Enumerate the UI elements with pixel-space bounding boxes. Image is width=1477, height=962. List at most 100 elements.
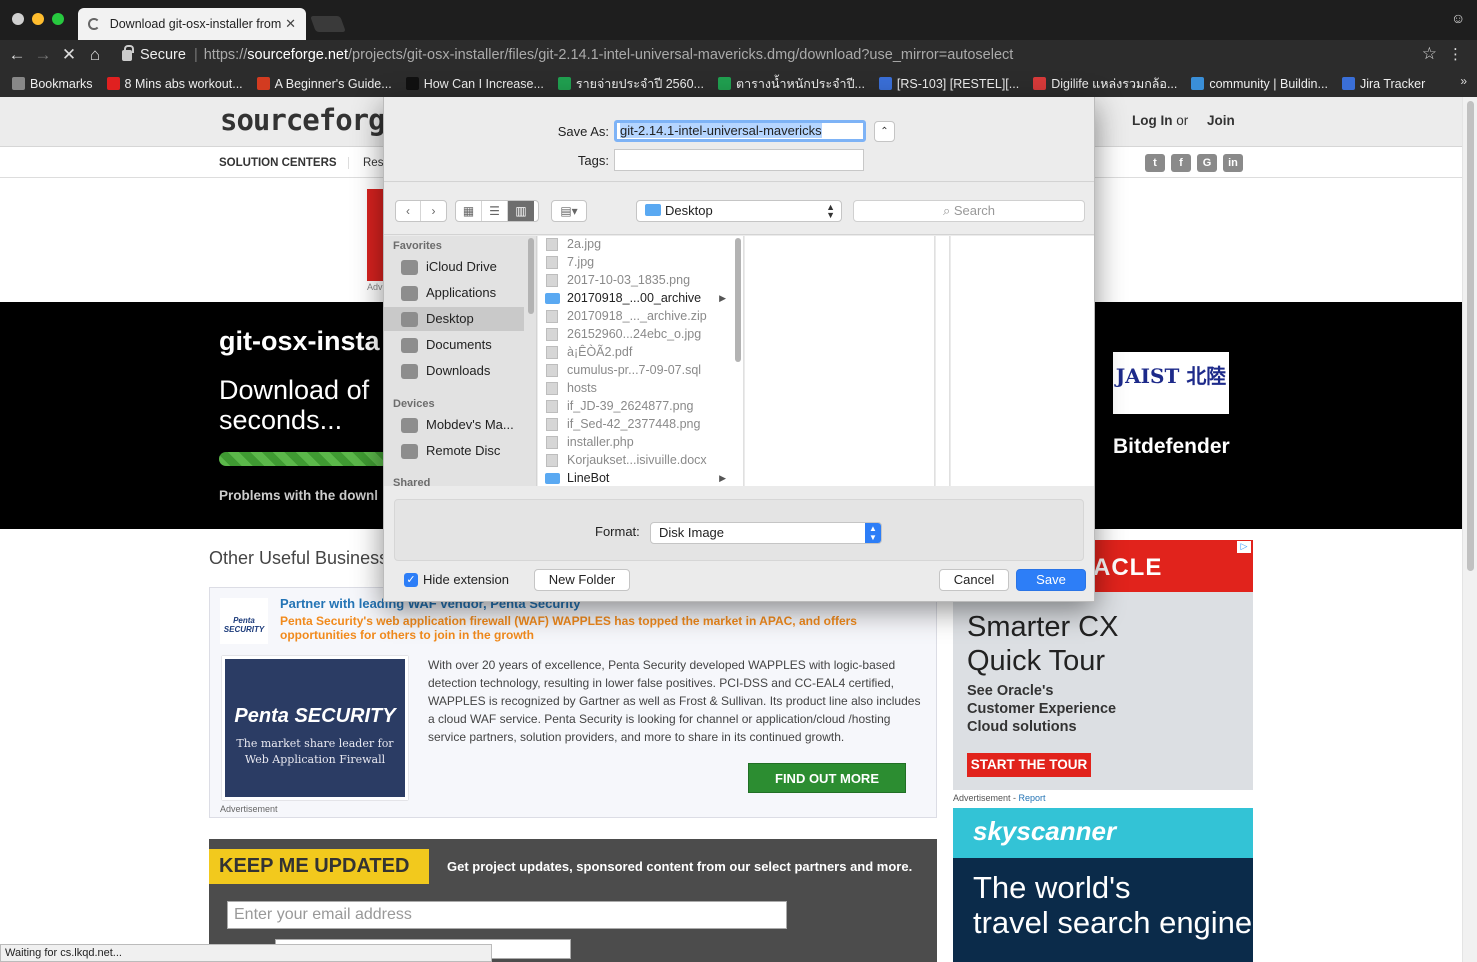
hide-extension-option[interactable]: ✓ Hide extension bbox=[404, 572, 509, 587]
join-link[interactable]: Join bbox=[1207, 113, 1235, 128]
profile-icon[interactable]: ☺ bbox=[1451, 10, 1467, 26]
file-item[interactable]: 2a.jpg bbox=[538, 236, 728, 253]
tab-close-icon[interactable]: ✕ bbox=[285, 16, 296, 32]
back-forward-control: ‹ › bbox=[395, 200, 447, 222]
document-icon bbox=[546, 256, 558, 269]
file-item[interactable]: if_JD-39_2624877.png bbox=[538, 397, 728, 415]
find-out-more-button[interactable]: FIND OUT MORE bbox=[748, 763, 906, 793]
bitdefender-logo[interactable]: Bitdefender bbox=[1113, 435, 1230, 459]
facebook-icon[interactable]: f bbox=[1171, 154, 1191, 172]
download-problems-link[interactable]: Problems with the downl bbox=[219, 488, 378, 503]
document-icon bbox=[546, 310, 558, 323]
search-input[interactable]: ⌕ Search bbox=[853, 200, 1085, 222]
bookmark-item[interactable]: Jira Tracker bbox=[1341, 77, 1425, 91]
format-select[interactable]: Disk Image ▲ ▼ bbox=[650, 522, 882, 544]
twitter-icon[interactable]: t bbox=[1145, 154, 1165, 172]
bookmarks-overflow-icon[interactable]: » bbox=[1460, 74, 1467, 88]
browser-tab[interactable]: Download git-osx-installer from ✕ bbox=[78, 8, 306, 40]
tags-field[interactable] bbox=[614, 149, 864, 171]
forward-arrow-icon[interactable]: → bbox=[30, 45, 56, 65]
sidebar-item-label: Mobdev's Ma... bbox=[426, 417, 514, 432]
sidebar-item-remote-disc[interactable]: Remote Disc bbox=[384, 439, 524, 463]
nav-solution-centers[interactable]: SOLUTION CENTERS bbox=[219, 157, 337, 169]
email-field[interactable]: Enter your email address bbox=[227, 901, 787, 929]
skyscanner-ad[interactable]: skyscanner The world's travel search eng… bbox=[953, 808, 1253, 962]
cancel-button[interactable]: Cancel bbox=[939, 569, 1009, 591]
new-folder-button[interactable]: New Folder bbox=[534, 569, 630, 591]
ad-label: Adv bbox=[367, 282, 383, 292]
bookmark-label: ตารางน้ำหนักประจำปี... bbox=[735, 76, 865, 91]
bookmark-item[interactable]: How Can I Increase... bbox=[405, 77, 544, 91]
bookmark-item[interactable]: รายจ่ายประจำปี 2560... bbox=[557, 74, 704, 94]
sidebar-item-mobdev-s-ma[interactable]: Mobdev's Ma... bbox=[384, 413, 524, 437]
start-tour-button[interactable]: START THE TOUR bbox=[967, 753, 1091, 777]
bookmark-item[interactable]: [RS-103] [RESTEL][... bbox=[878, 77, 1019, 91]
window-maximize-button[interactable] bbox=[52, 13, 64, 25]
hide-extension-checkbox[interactable]: ✓ bbox=[404, 572, 418, 587]
bookmark-item[interactable]: Bookmarks bbox=[12, 77, 93, 91]
address-bar[interactable]: Secure | https://sourceforge.net/project… bbox=[122, 43, 1442, 67]
collapse-dialog-button[interactable]: ⌃ bbox=[874, 121, 895, 142]
adchoices-icon[interactable]: ▷ bbox=[1237, 541, 1251, 553]
menu-kebab-icon[interactable]: ⋮ bbox=[1448, 45, 1463, 63]
file-item[interactable]: cumulus-pr...7-09-07.sql bbox=[538, 361, 728, 379]
file-item[interactable]: hosts bbox=[538, 379, 728, 397]
disclosure-arrow-icon: ▶ bbox=[719, 473, 726, 483]
home-icon[interactable]: ⌂ bbox=[82, 45, 108, 65]
linkedin-icon[interactable]: in bbox=[1223, 154, 1243, 172]
page-scroll-thumb[interactable] bbox=[1467, 101, 1474, 571]
sidebar-item-desktop[interactable]: Desktop bbox=[384, 307, 524, 331]
file-item[interactable]: Korjaukset...isivuille.docx bbox=[538, 451, 728, 469]
login-link[interactable]: Log In bbox=[1132, 113, 1173, 128]
sidebar-scrollbar[interactable] bbox=[527, 236, 534, 486]
sidebar-item-documents[interactable]: Documents bbox=[384, 333, 524, 357]
back-arrow-icon[interactable]: ← bbox=[4, 45, 30, 65]
sidebar-item-icloud-drive[interactable]: iCloud Drive bbox=[384, 255, 524, 279]
column-resize-handle[interactable] bbox=[936, 236, 950, 486]
icon-view-icon[interactable]: ▦ bbox=[456, 201, 482, 221]
file-item[interactable]: à¡ÊÒÃ2.pdf bbox=[538, 343, 728, 361]
sidebar-item-applications[interactable]: Applications bbox=[384, 281, 524, 305]
arrange-icon[interactable]: ▤▾ bbox=[552, 201, 586, 221]
bookmark-item[interactable]: A Beginner's Guide... bbox=[256, 77, 392, 91]
file-item[interactable]: 20170918_..._archive.zip bbox=[538, 307, 728, 325]
window-minimize-button[interactable] bbox=[32, 13, 44, 25]
sidebar-scroll-thumb[interactable] bbox=[528, 238, 534, 314]
sidebar-item-downloads[interactable]: Downloads bbox=[384, 359, 524, 383]
auth-or: or bbox=[1176, 113, 1189, 128]
list-view-icon[interactable]: ☰ bbox=[482, 201, 508, 221]
google-icon[interactable]: G bbox=[1197, 154, 1217, 172]
column-view-icon[interactable]: ▥ bbox=[508, 201, 534, 221]
report-ad-link[interactable]: Report bbox=[1019, 793, 1046, 803]
location-popup[interactable]: Desktop ▲ ▼ bbox=[636, 200, 842, 222]
stop-loading-icon[interactable]: ✕ bbox=[56, 45, 82, 65]
save-as-field[interactable]: git-2.14.1-intel-universal-mavericks bbox=[614, 120, 866, 142]
window-close-button[interactable] bbox=[12, 13, 24, 25]
forward-chevron-icon[interactable]: › bbox=[421, 201, 446, 221]
back-chevron-icon[interactable]: ‹ bbox=[396, 201, 422, 221]
sidebar-item-label: Downloads bbox=[426, 363, 491, 378]
save-button[interactable]: Save bbox=[1016, 569, 1086, 591]
bookmark-item[interactable]: ตารางน้ำหนักประจำปี... bbox=[717, 74, 865, 94]
nav-resources[interactable]: Res bbox=[348, 157, 383, 169]
jaist-logo[interactable]: JAIST 北陸 bbox=[1113, 352, 1229, 414]
file-item[interactable]: 2017-10-03_1835.png bbox=[538, 271, 728, 289]
file-column-scrollbar[interactable] bbox=[734, 236, 742, 486]
file-item[interactable]: 26152960...24ebc_o.jpg bbox=[538, 325, 728, 343]
file-column-scroll-thumb[interactable] bbox=[735, 238, 741, 362]
bookmark-item[interactable]: Digilife แหล่งรวมกล้อ... bbox=[1033, 74, 1177, 94]
bookmark-item[interactable]: 8 Mins abs workout... bbox=[106, 77, 243, 91]
penta-ad-image[interactable]: Penta SECURITY The market share leader f… bbox=[222, 656, 408, 800]
file-item[interactable]: if_Sed-42_2377448.png bbox=[538, 415, 728, 433]
page-scrollbar[interactable] bbox=[1462, 97, 1477, 962]
folder-item[interactable]: 20170918_...00_archive ▶ bbox=[538, 289, 728, 307]
url-scheme: https:// bbox=[203, 47, 248, 63]
address-separator: | bbox=[193, 47, 198, 63]
folder-item[interactable]: LineBot ▶ bbox=[538, 469, 728, 486]
file-item[interactable]: 7.jpg bbox=[538, 253, 728, 271]
new-tab-button[interactable] bbox=[310, 16, 346, 32]
bookmark-star-icon[interactable]: ☆ bbox=[1422, 44, 1437, 64]
sourceforge-logo[interactable]: sourceforg bbox=[220, 103, 386, 137]
file-item[interactable]: installer.php bbox=[538, 433, 728, 451]
bookmark-item[interactable]: community | Buildin... bbox=[1191, 77, 1328, 91]
